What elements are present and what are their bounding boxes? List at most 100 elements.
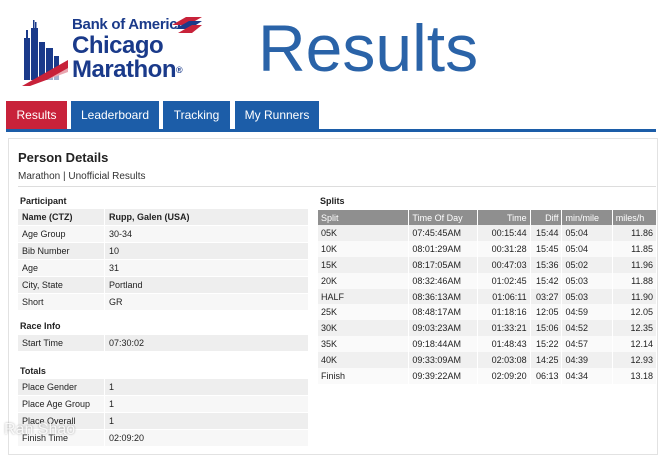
speed-mph: 11.90 bbox=[612, 288, 658, 305]
split-row: 35K 09:18:44AM 01:48:43 15:22 04:57 12.14 bbox=[318, 336, 658, 353]
field-label: Place Age Group bbox=[18, 395, 105, 413]
speed-mph: 12.14 bbox=[612, 336, 658, 353]
table-row: Age 31 bbox=[18, 259, 308, 277]
table-row: Start Time 07:30:02 bbox=[18, 335, 308, 352]
column-header-diff: Diff bbox=[530, 210, 563, 225]
split-name: Finish bbox=[318, 368, 410, 384]
time-of-day: 08:01:29AM bbox=[408, 240, 479, 257]
elapsed-time: 01:06:11 bbox=[477, 288, 531, 305]
table-row: City, State Portland bbox=[18, 276, 308, 294]
time-of-day: 08:32:46AM bbox=[408, 272, 479, 289]
split-row: 15K 08:17:05AM 00:47:03 15:36 05:02 11.96 bbox=[318, 256, 658, 273]
elapsed-time: 01:48:43 bbox=[477, 336, 531, 353]
split-diff: 15:22 bbox=[530, 336, 563, 353]
person-details-heading: Person Details bbox=[18, 150, 109, 165]
table-row: Name (CTZ) Rupp, Galen (USA) bbox=[18, 209, 308, 226]
field-value: 10 bbox=[104, 242, 308, 260]
nav-tab-tracking[interactable]: Tracking bbox=[163, 101, 230, 129]
field-label: Short bbox=[18, 293, 105, 311]
table-row: Place Age Group 1 bbox=[18, 395, 308, 413]
field-value: 30-34 bbox=[104, 225, 308, 243]
column-header-split: Split bbox=[318, 210, 410, 225]
splits-section-title: Splits bbox=[320, 196, 345, 206]
field-label: Name (CTZ) bbox=[18, 209, 105, 226]
table-row: Bib Number 10 bbox=[18, 242, 308, 260]
nav-underline bbox=[6, 129, 656, 132]
pace-min-per-mile: 05:03 bbox=[561, 288, 613, 305]
table-row: Place Gender 1 bbox=[18, 379, 308, 396]
speed-mph: 13.18 bbox=[612, 368, 658, 384]
split-diff: 15:06 bbox=[530, 320, 563, 337]
split-diff: 03:27 bbox=[530, 288, 563, 305]
field-value: 1 bbox=[104, 379, 308, 396]
split-row: 25K 08:48:17AM 01:18:16 12:05 04:59 12.05 bbox=[318, 304, 658, 321]
time-of-day: 09:18:44AM bbox=[408, 336, 479, 353]
speed-mph: 11.86 bbox=[612, 225, 658, 241]
pace-min-per-mile: 04:39 bbox=[561, 352, 613, 369]
field-label: Start Time bbox=[18, 335, 105, 352]
pace-min-per-mile: 04:59 bbox=[561, 304, 613, 321]
field-value: 31 bbox=[104, 259, 308, 277]
table-row: Age Group 30-34 bbox=[18, 225, 308, 243]
time-of-day: 08:17:05AM bbox=[408, 256, 479, 273]
split-row: 30K 09:03:23AM 01:33:21 15:06 04:52 12.35 bbox=[318, 320, 658, 337]
nav-tab-my-runners[interactable]: My Runners bbox=[235, 101, 319, 129]
time-of-day: 09:33:09AM bbox=[408, 352, 479, 369]
split-diff: 15:44 bbox=[530, 225, 563, 241]
table-row: Short GR bbox=[18, 293, 308, 311]
pace-min-per-mile: 04:52 bbox=[561, 320, 613, 337]
split-diff: 12:05 bbox=[530, 304, 563, 321]
race-info-table: Start Time 07:30:02 bbox=[18, 335, 308, 352]
split-name: 30K bbox=[318, 320, 410, 337]
split-name: 20K bbox=[318, 272, 410, 289]
field-value: 07:30:02 bbox=[104, 335, 308, 352]
column-header-time: Time bbox=[477, 210, 531, 225]
field-value: GR bbox=[104, 293, 308, 311]
header: Bank of America Chicago Marathon® Result… bbox=[0, 0, 660, 95]
elapsed-time: 00:31:28 bbox=[477, 240, 531, 257]
elapsed-time: 02:09:20 bbox=[477, 368, 531, 384]
split-name: 40K bbox=[318, 352, 410, 369]
elapsed-time: 01:33:21 bbox=[477, 320, 531, 337]
pace-min-per-mile: 04:57 bbox=[561, 336, 613, 353]
speed-mph: 12.93 bbox=[612, 352, 658, 369]
column-header-min-per-mile: min/mile bbox=[561, 210, 613, 225]
nav-tab-leaderboard[interactable]: Leaderboard bbox=[71, 101, 159, 129]
field-value: Rupp, Galen (USA) bbox=[104, 209, 308, 226]
time-of-day: 08:48:17AM bbox=[408, 304, 479, 321]
speed-mph: 12.05 bbox=[612, 304, 658, 321]
split-row: 40K 09:33:09AM 02:03:08 14:25 04:39 12.93 bbox=[318, 352, 658, 369]
split-name: 05K bbox=[318, 225, 410, 241]
bank-flag-icon bbox=[172, 17, 202, 33]
split-diff: 06:13 bbox=[530, 368, 563, 384]
nav-tab-results[interactable]: Results bbox=[6, 101, 67, 129]
time-of-day: 07:45:45AM bbox=[408, 225, 479, 241]
brand-line-2: Marathon® bbox=[72, 56, 183, 83]
field-label: Place Gender bbox=[18, 379, 105, 396]
field-value: 1 bbox=[104, 395, 308, 413]
pace-min-per-mile: 05:03 bbox=[561, 272, 613, 289]
split-row: 10K 08:01:29AM 00:31:28 15:45 05:04 11.85 bbox=[318, 240, 658, 257]
field-label: Age bbox=[18, 259, 105, 277]
time-of-day: 09:39:22AM bbox=[408, 368, 479, 384]
field-value: 1 bbox=[104, 412, 308, 430]
pace-min-per-mile: 05:04 bbox=[561, 225, 613, 241]
field-value: Portland bbox=[104, 276, 308, 294]
field-label: Bib Number bbox=[18, 242, 105, 260]
speed-mph: 11.85 bbox=[612, 240, 658, 257]
race-info-section-title: Race Info bbox=[20, 321, 61, 331]
split-row: 05K 07:45:45AM 00:15:44 15:44 05:04 11.86 bbox=[318, 225, 658, 241]
elapsed-time: 00:15:44 bbox=[477, 225, 531, 241]
page-title: Results bbox=[258, 11, 479, 85]
column-header-miles-per-hour: miles/h bbox=[612, 210, 658, 225]
time-of-day: 08:36:13AM bbox=[408, 288, 479, 305]
split-name: 10K bbox=[318, 240, 410, 257]
watermark: Ran Shao bbox=[4, 421, 76, 438]
divider bbox=[18, 186, 656, 187]
field-value: 02:09:20 bbox=[104, 429, 308, 447]
elapsed-time: 00:47:03 bbox=[477, 256, 531, 273]
split-diff: 14:25 bbox=[530, 352, 563, 369]
participant-section-title: Participant bbox=[20, 196, 67, 206]
split-name: 25K bbox=[318, 304, 410, 321]
sponsor-name: Bank of America bbox=[72, 16, 186, 33]
